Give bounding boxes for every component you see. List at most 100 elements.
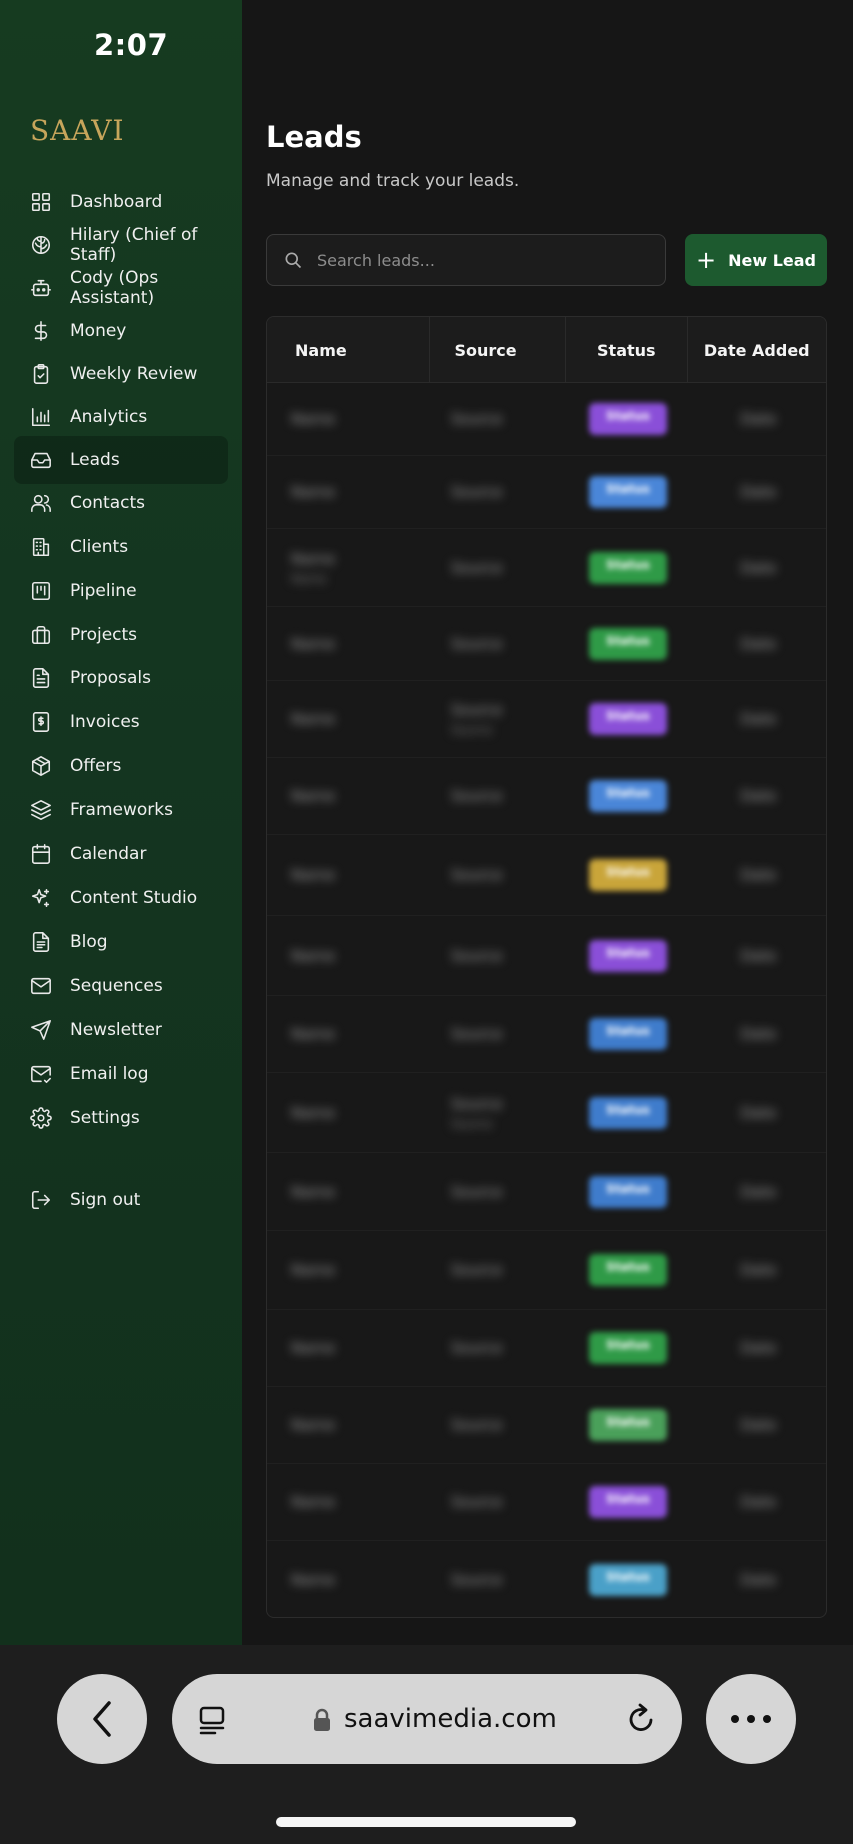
cell-source: Source [431,1416,567,1434]
cell-status: Status [567,1409,689,1441]
mail-icon [30,975,52,997]
column-header-date-added[interactable]: Date Added [688,317,826,383]
back-button[interactable] [57,1674,147,1764]
sidebar-item-sequences[interactable]: Sequences [14,962,228,1010]
cell-source: Source [431,1571,567,1589]
table-row[interactable]: Name Source Status Date [267,456,826,529]
table-row[interactable]: Name Source Status Date [267,996,826,1073]
sidebar-item-blog[interactable]: Blog [14,918,228,966]
sidebar-item-dashboard[interactable]: Dashboard [14,178,228,226]
page-subtitle: Manage and track your leads. [266,171,520,191]
more-button[interactable] [706,1674,796,1764]
building-icon [30,536,52,558]
table-row[interactable]: Name Source Status Date [267,383,826,456]
cell-date: Date [689,1025,826,1043]
status-badge: Status [589,1175,667,1208]
sidebar-item-label: Cody (Ops Assistant) [70,268,159,308]
new-lead-button[interactable]: + New Lead [685,234,827,286]
sidebar-item-proposals[interactable]: Proposals [14,654,228,702]
status-badge: Status [589,703,667,735]
sidebar-item-hilary-chief-of-staff[interactable]: Hilary (Chief of Staff) [14,221,228,269]
address-bar[interactable]: saavimedia.com [172,1674,682,1764]
brand-logo[interactable]: SAAVI [30,114,125,147]
search-input[interactable] [317,250,637,270]
source-value: Source [451,410,503,428]
table-row[interactable]: Name Source Status Date [267,1310,826,1387]
name-value: Name [291,483,336,501]
table-row[interactable]: Name Source Source Status Date [267,1073,826,1153]
status-badge: Status [589,1409,667,1441]
cell-status: Status [567,627,689,660]
cell-date: Date [689,866,826,884]
cell-name: Name [267,1339,431,1357]
cell-source: Source [431,635,567,653]
cell-source: Source [431,1261,567,1279]
sidebar-item-cody-ops-assistant[interactable]: Cody (Ops Assistant) [14,264,228,312]
sign-out-button[interactable]: Sign out [14,1176,228,1224]
cell-name: Name [267,866,431,884]
table-row[interactable]: Name Source Status Date [267,1153,826,1231]
column-header-source[interactable]: Source [430,317,567,383]
status-badge: Status [589,1254,667,1286]
cell-name: Name [267,410,431,428]
sidebar-item-offers[interactable]: Offers [14,742,228,790]
sidebar-item-projects[interactable]: Projects [14,611,228,659]
sidebar: 2:07 SAAVI Dashboard Hilary (Chief of Sta… [0,0,242,1645]
table-row[interactable]: Name Source Status Date [267,1387,826,1464]
cell-source: Source [431,1493,567,1511]
cell-status: Status [567,780,689,812]
sidebar-item-money[interactable]: Money [14,307,228,355]
date-value: Date [740,558,777,577]
status-badge: Status [589,1018,667,1050]
sidebar-item-label: Blog [70,932,108,952]
table-row[interactable]: Name Source Source Status Date [267,681,826,758]
cell-name: Name [267,787,431,805]
sidebar-item-label: Newsletter [70,1020,162,1040]
sidebar-item-content-studio[interactable]: Content Studio [14,874,228,922]
reload-icon[interactable] [624,1702,658,1736]
cell-date: Date [689,1261,826,1279]
file-text-icon [30,667,52,689]
table-row[interactable]: Name Source Status Date [267,1541,826,1617]
brain-icon [30,234,52,256]
cell-date: Date [689,1571,826,1589]
cell-date: Date [689,947,826,965]
table-row[interactable]: Name Source Status Date [267,916,826,996]
source-secondary: Source [451,723,493,737]
sidebar-item-label: Calendar [70,844,147,864]
sidebar-item-pipeline[interactable]: Pipeline [14,567,228,615]
sidebar-item-email-log[interactable]: Email log [14,1050,228,1098]
sidebar-item-clients[interactable]: Clients [14,523,228,571]
cell-status: Status [567,1563,689,1596]
main-content: Leads Manage and track your leads. + New… [242,0,853,1645]
sidebar-item-weekly-review[interactable]: Weekly Review [14,350,228,398]
briefcase-icon [30,624,52,646]
sidebar-item-analytics[interactable]: Analytics [14,393,228,441]
table-row[interactable]: Name Source Status Date [267,758,826,835]
table-row[interactable]: Name Source Status Date [267,607,826,681]
sidebar-item-frameworks[interactable]: Frameworks [14,786,228,834]
source-value: Source [451,558,503,577]
name-value: Name [291,710,336,728]
date-value: Date [740,1025,777,1043]
sidebar-item-newsletter[interactable]: Newsletter [14,1006,228,1054]
cell-source: Source [431,559,567,577]
table-row[interactable]: Name Source Status Date [267,1464,826,1541]
status-badge: Status [589,1486,667,1518]
cell-date: Date [689,1339,826,1357]
column-header-name[interactable]: Name [267,317,431,383]
column-header-status[interactable]: Status [566,317,688,383]
cell-name: Name [267,947,431,965]
cell-name: Name [267,1416,431,1434]
table-row[interactable]: Name Source Status Date [267,835,826,916]
table-row[interactable]: Name Name Source Status Date [267,529,826,607]
receipt-icon [30,711,52,733]
sidebar-item-settings[interactable]: Settings [14,1094,228,1142]
sidebar-item-calendar[interactable]: Calendar [14,830,228,878]
table-row[interactable]: Name Source Status Date [267,1231,826,1310]
search-box[interactable] [266,234,666,286]
sidebar-item-label: Settings [70,1108,140,1128]
sidebar-item-invoices[interactable]: Invoices [14,698,228,746]
sidebar-item-leads[interactable]: Leads [14,436,228,484]
sidebar-item-contacts[interactable]: Contacts [14,479,228,527]
